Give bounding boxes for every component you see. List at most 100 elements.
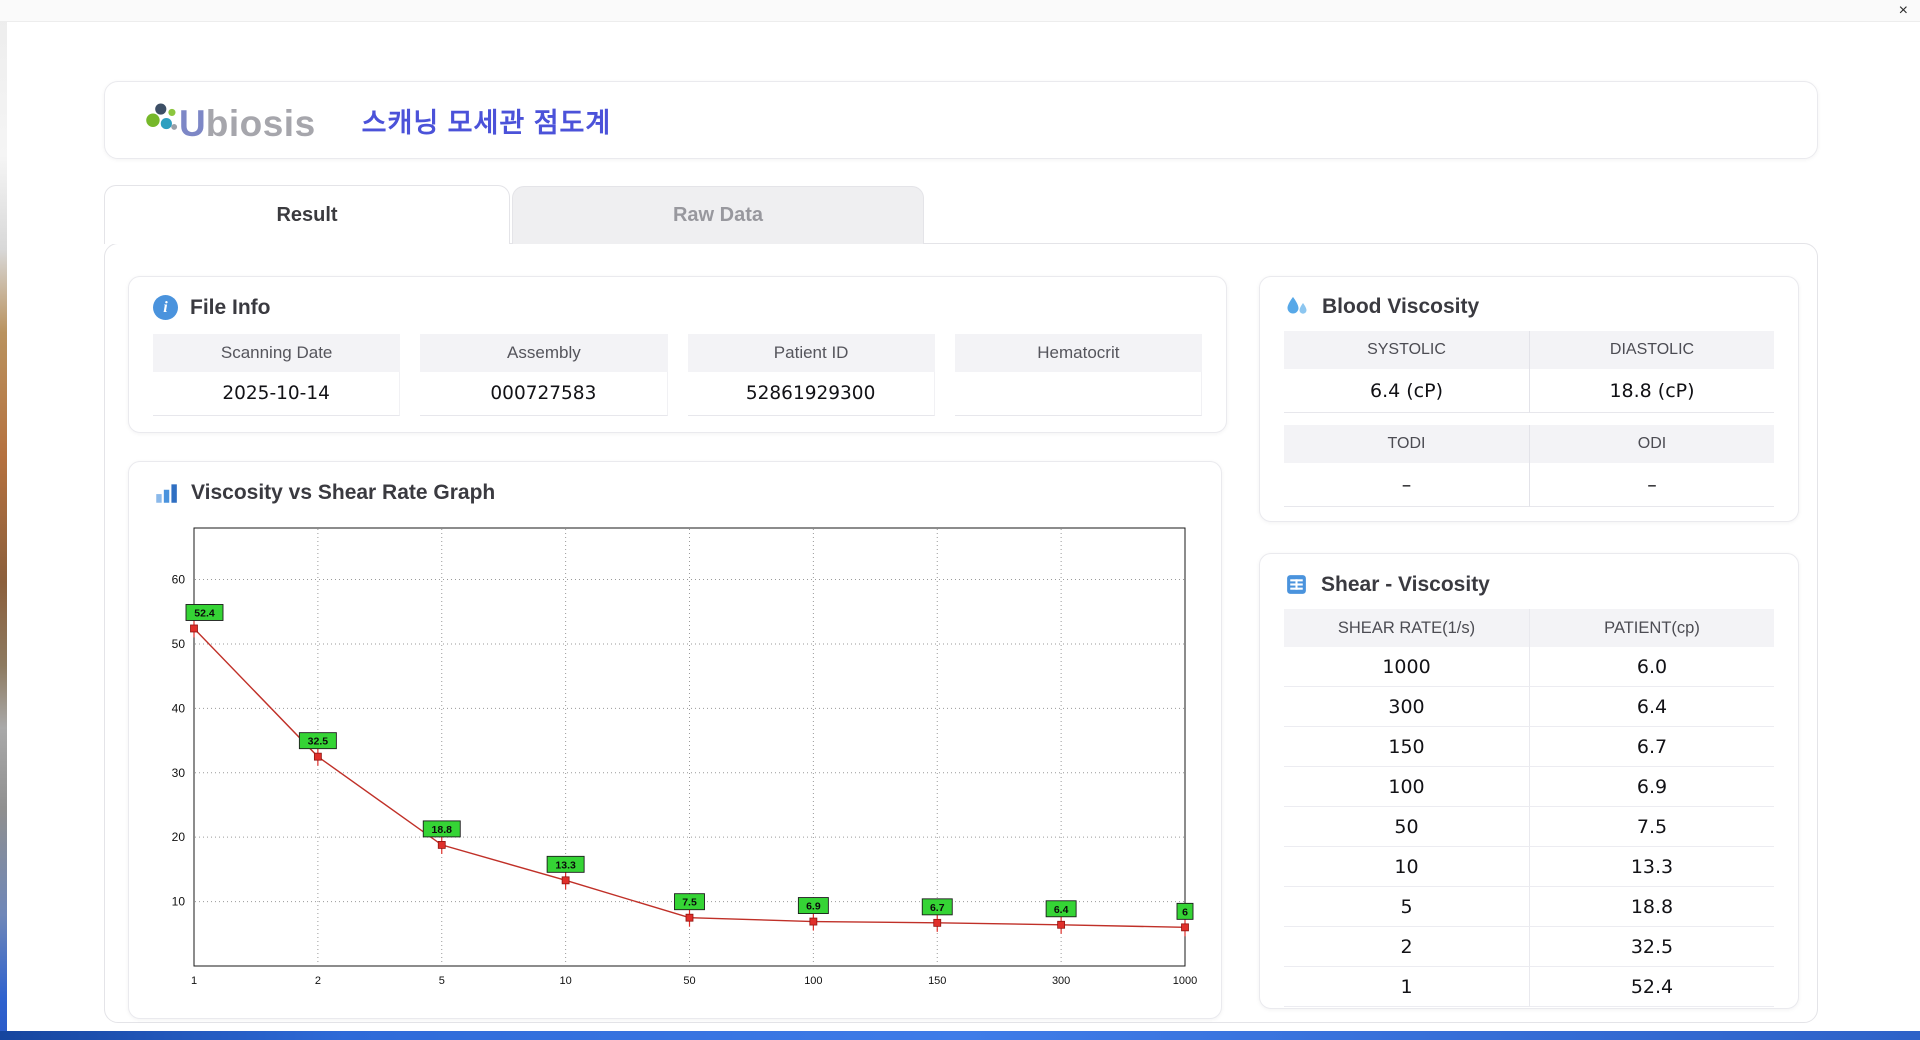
close-icon[interactable]: × — [1899, 1, 1908, 21]
file-info-header: i File Info — [129, 277, 1226, 328]
hematocrit-value — [954, 372, 1202, 416]
window-titlebar: × — [0, 0, 1920, 22]
shear-viscosity-header: Shear - Viscosity — [1260, 554, 1798, 605]
diastolic-value: 18.8 (cP) — [1529, 369, 1774, 413]
svg-text:32.5: 32.5 — [308, 736, 329, 748]
table-row: 50 7.5 — [1284, 807, 1774, 847]
assembly-value: 000727583 — [420, 372, 668, 416]
patient-cell: 6.7 — [1529, 727, 1774, 767]
field-scanning-date: Scanning Date 2025-10-14 — [153, 334, 401, 416]
table-row: 1000 6.0 — [1284, 647, 1774, 687]
svg-text:150: 150 — [928, 975, 946, 987]
shear-rate-cell: 50 — [1284, 807, 1529, 847]
patient-cell: 6.4 — [1529, 687, 1774, 727]
scanning-date-label: Scanning Date — [153, 334, 401, 372]
viscosity-shear-chart: 10 20 30 40 50 60 1 2 5 10 50 100 150 300 1000 52.4 32.5… — [172, 527, 1197, 987]
patient-column-header: PATIENT(cp) — [1529, 609, 1774, 647]
hematocrit-label: Hematocrit — [954, 334, 1202, 372]
svg-text:30: 30 — [172, 766, 186, 780]
shear-rate-cell: 1000 — [1284, 647, 1529, 687]
table-row: 10 13.3 — [1284, 847, 1774, 887]
svg-text:13.3: 13.3 — [555, 859, 576, 871]
field-assembly: Assembly 000727583 — [420, 334, 668, 416]
patient-cell: 32.5 — [1529, 927, 1774, 967]
svg-text:5: 5 — [439, 975, 445, 987]
tab-raw-data-label: Raw Data — [672, 204, 764, 226]
odi-label: ODI — [1529, 425, 1774, 463]
svg-text:20: 20 — [172, 830, 186, 844]
logo-text-u: U — [179, 102, 206, 144]
shear-rate-cell: 10 — [1284, 847, 1529, 887]
graph-title: Viscosity vs Shear Rate Graph — [191, 481, 496, 504]
scanning-date-value: 2025-10-14 — [153, 372, 401, 416]
patient-cell: 6.9 — [1529, 767, 1774, 807]
svg-text:6.9: 6.9 — [806, 901, 821, 913]
file-info-fields: Scanning Date 2025-10-14 Assembly 000727… — [129, 328, 1226, 416]
graph-header: Viscosity vs Shear Rate Graph — [129, 462, 1221, 514]
patient-id-label: Patient ID — [687, 334, 935, 372]
shear-rate-cell: 150 — [1284, 727, 1529, 767]
svg-text:18.8: 18.8 — [432, 824, 453, 836]
table-row: 150 6.7 — [1284, 727, 1774, 767]
svg-text:6.4: 6.4 — [1054, 904, 1069, 916]
file-info-title: File Info — [190, 295, 271, 319]
droplets-icon — [1287, 297, 1307, 314]
shear-viscosity-title: Shear - Viscosity — [1321, 572, 1490, 596]
patient-id-value: 52861929300 — [687, 372, 935, 416]
systolic-value: 6.4 (cP) — [1284, 369, 1529, 413]
svg-text:50: 50 — [172, 637, 186, 651]
blood-viscosity-header: Blood Viscosity — [1260, 277, 1798, 327]
ubiosis-logo: Ubiosis — [143, 99, 316, 142]
shear-rate-cell: 5 — [1284, 887, 1529, 927]
todi-value: – — [1284, 463, 1529, 507]
shear-rate-cell: 100 — [1284, 767, 1529, 807]
svg-text:60: 60 — [172, 573, 186, 587]
bar-chart-icon — [156, 484, 177, 503]
info-icon: i — [153, 295, 178, 320]
shear-rate-cell: 1 — [1284, 967, 1529, 1007]
tab-result[interactable]: Result — [104, 185, 510, 244]
field-patient-id: Patient ID 52861929300 — [687, 334, 935, 416]
blood-viscosity-row-2: TODI ODI – – — [1284, 425, 1774, 507]
table-icon — [1287, 575, 1306, 594]
app-header-card: Ubiosis 스캐닝 모세관 점도계 — [104, 81, 1818, 159]
svg-text:1000: 1000 — [1173, 975, 1197, 987]
logo-dots-icon — [146, 102, 178, 130]
desktop-background-left-edge — [0, 0, 7, 1040]
systolic-label: SYSTOLIC — [1284, 331, 1529, 369]
table-row: 300 6.4 — [1284, 687, 1774, 727]
blood-viscosity-row-1: SYSTOLIC DIASTOLIC 6.4 (cP) 18.8 (cP) — [1284, 331, 1774, 413]
svg-text:300: 300 — [1052, 975, 1070, 987]
shear-rate-cell: 2 — [1284, 927, 1529, 967]
desktop-background-bottom-edge — [0, 1031, 1920, 1040]
svg-text:10: 10 — [172, 895, 186, 909]
patient-cell: 6.0 — [1529, 647, 1774, 687]
table-row: 1 52.4 — [1284, 967, 1774, 1007]
tab-result-label: Result — [276, 203, 338, 226]
shear-table-body: 1000 6.0 300 6.4 150 6.7 100 6.9 50 7.5 … — [1284, 647, 1774, 1007]
patient-cell: 52.4 — [1529, 967, 1774, 1007]
shear-viscosity-card: Shear - Viscosity SHEAR RATE(1/s) PATIEN… — [1259, 553, 1799, 1009]
table-row: 2 32.5 — [1284, 927, 1774, 967]
table-row: 5 18.8 — [1284, 887, 1774, 927]
svg-text:52.4: 52.4 — [194, 607, 215, 619]
blood-viscosity-title: Blood Viscosity — [1322, 295, 1480, 318]
tab-raw-data[interactable]: Raw Data — [512, 186, 924, 244]
table-row: 100 6.9 — [1284, 767, 1774, 807]
app-title: 스캐닝 모세관 점도계 — [361, 107, 612, 138]
svg-text:6: 6 — [1182, 906, 1188, 918]
svg-text:7.5: 7.5 — [682, 897, 697, 909]
shear-rate-cell: 300 — [1284, 687, 1529, 727]
todi-label: TODI — [1284, 425, 1529, 463]
shear-table-header-row: SHEAR RATE(1/s) PATIENT(cp) — [1284, 609, 1774, 647]
odi-value: – — [1529, 463, 1774, 507]
blood-viscosity-card: Blood Viscosity SYSTOLIC DIASTOLIC 6.4 (… — [1259, 276, 1799, 522]
svg-text:100: 100 — [804, 975, 822, 987]
field-hematocrit: Hematocrit — [954, 334, 1202, 416]
assembly-label: Assembly — [420, 334, 668, 372]
patient-cell: 18.8 — [1529, 887, 1774, 927]
svg-text:2: 2 — [315, 975, 321, 987]
file-info-card: i File Info Scanning Date 2025-10-14 Ass… — [128, 276, 1227, 433]
svg-text:1: 1 — [191, 975, 197, 987]
shear-rate-column-header: SHEAR RATE(1/s) — [1284, 609, 1529, 647]
